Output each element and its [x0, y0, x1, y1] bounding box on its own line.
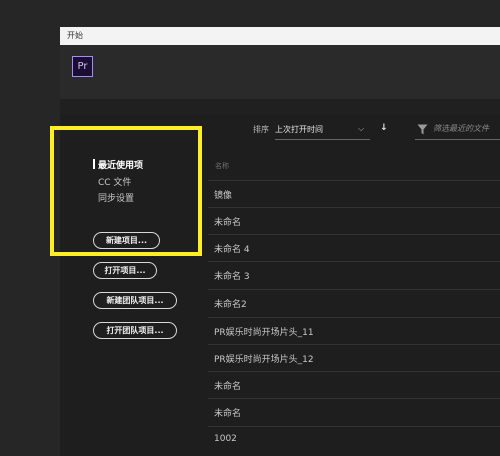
- file-name: PR娱乐时尚开场片头_11: [214, 328, 314, 338]
- file-name: PR娱乐时尚开场片头_12: [214, 355, 314, 365]
- sort-direction-arrow-icon[interactable]: ↓: [380, 123, 388, 133]
- list-item[interactable]: 未命名: [208, 398, 500, 425]
- list-item[interactable]: 未命名 4: [208, 234, 500, 261]
- list-item[interactable]: 未命名: [208, 371, 500, 398]
- premiere-logo-icon: Pr: [72, 56, 93, 77]
- window-title: 开始: [67, 31, 83, 40]
- list-item[interactable]: 未命名 3: [208, 261, 500, 288]
- header-divider: [60, 99, 500, 115]
- column-header-name[interactable]: 名称: [215, 161, 229, 171]
- list-item[interactable]: 未命名: [208, 207, 500, 234]
- file-name: 未命名: [214, 218, 242, 228]
- new-project-button[interactable]: 新建项目...: [93, 232, 160, 249]
- nav-item-sync-settings[interactable]: 同步设置: [98, 191, 134, 204]
- file-name: 未命名 3: [214, 272, 250, 282]
- list-item[interactable]: 1002: [208, 426, 500, 456]
- open-project-button[interactable]: 打开项目...: [93, 262, 157, 279]
- app-header: Pr: [60, 45, 500, 99]
- file-name: 未命名2: [214, 300, 247, 310]
- filter-input[interactable]: 筛选最近的文件: [433, 123, 500, 136]
- open-team-project-button[interactable]: 打开团队项目...: [93, 322, 177, 339]
- sort-label: 排序: [253, 125, 269, 134]
- new-team-project-button[interactable]: 新建团队项目...: [93, 292, 177, 309]
- filter-input-underline: [415, 139, 500, 140]
- file-name: 未命名: [214, 409, 242, 419]
- list-item[interactable]: 镜像: [208, 180, 500, 207]
- file-name: 未命名: [214, 382, 242, 392]
- chevron-down-icon[interactable]: ⌵: [358, 124, 364, 134]
- list-item[interactable]: PR娱乐时尚开场片头_11: [208, 317, 500, 344]
- window-titlebar[interactable]: 开始: [60, 27, 500, 45]
- filter-icon: [417, 124, 428, 135]
- file-name: 未命名 4: [214, 245, 250, 255]
- nav-item-recent[interactable]: 最近使用项: [92, 158, 143, 171]
- nav-item-cc-files[interactable]: CC 文件: [98, 175, 131, 188]
- sort-dropdown[interactable]: 上次打开时间: [275, 124, 323, 135]
- list-item[interactable]: 未命名2: [208, 289, 500, 316]
- file-name: 镜像: [214, 191, 233, 201]
- sort-dropdown-underline: [275, 139, 370, 140]
- list-item[interactable]: PR娱乐时尚开场片头_12: [208, 344, 500, 371]
- file-name: 1002: [214, 434, 237, 444]
